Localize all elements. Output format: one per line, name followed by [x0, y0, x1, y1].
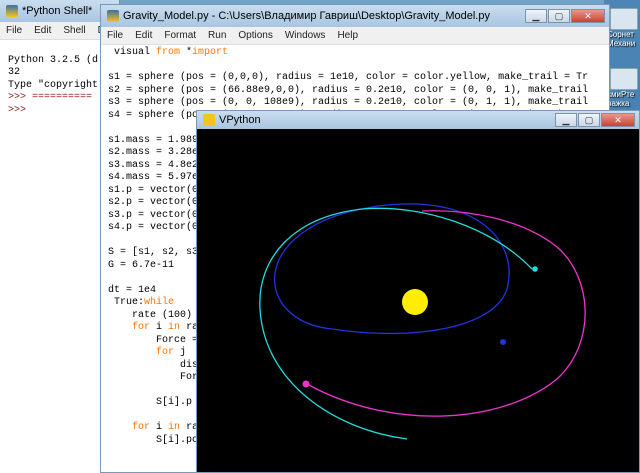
- code-token: import: [192, 47, 229, 58]
- desktop-shortcut-1-label: Сорнет: [607, 30, 634, 39]
- editor-menubar: File Edit Format Run Options Windows Hel…: [101, 27, 609, 45]
- shell-line: >>> ==========: [8, 92, 93, 103]
- editor-menu-options[interactable]: Options: [232, 30, 278, 41]
- desktop-shortcut-1[interactable]: Сорнет Механи: [607, 8, 640, 48]
- document-icon: [609, 68, 638, 90]
- code-token: while: [144, 297, 175, 308]
- shell-menu-shell[interactable]: Shell: [57, 25, 91, 36]
- code-token: s2 = sphere (pos = (66.88e9,0,0), radius…: [108, 84, 589, 96]
- code-token: for: [132, 422, 151, 433]
- code-token: S[i].po: [108, 434, 199, 446]
- code-token: s1.p = vector(0: [108, 184, 199, 196]
- code-token: s4.p = vector(0: [108, 222, 199, 233]
- code-token: i: [150, 322, 169, 333]
- code-token: For: [108, 372, 199, 383]
- document-icon: [609, 8, 638, 30]
- code-token: *: [180, 47, 193, 58]
- code-token: s1 = sphere (pos = (0,0,0), radius = 1e1…: [108, 72, 589, 83]
- code-token: in: [168, 322, 181, 333]
- vpython-titlebar[interactable]: VPython ▁ ▢ ✕: [197, 111, 639, 129]
- editor-menu-format[interactable]: Format: [158, 30, 202, 41]
- code-line: s1 = sphere (pos = (0,0,0), radius = 1e1…: [108, 72, 602, 85]
- python-icon: [107, 10, 119, 22]
- editor-menu-windows[interactable]: Windows: [279, 30, 332, 41]
- code-token: Force =: [108, 334, 199, 346]
- shell-menu-file[interactable]: File: [0, 25, 28, 36]
- code-token: s3 = sphere (pos = (0, 0, 108e9), radius…: [108, 97, 589, 108]
- code-token: S = [s1, s2, s3: [108, 247, 199, 258]
- minimize-button[interactable]: ▁: [555, 113, 577, 127]
- python-icon: [6, 5, 18, 17]
- code-line: s2 = sphere (pos = (66.88e9,0,0), radius…: [108, 85, 602, 98]
- planet-blue: [500, 339, 506, 345]
- code-token: for: [132, 322, 151, 333]
- shell-line: Type "copyright: [8, 79, 99, 91]
- code-token: rate (100): [108, 309, 193, 321]
- shell-menu-edit[interactable]: Edit: [28, 25, 57, 36]
- planet-magenta: [302, 380, 310, 388]
- close-button[interactable]: ✕: [601, 113, 635, 127]
- desktop-shortcut-2[interactable]: смиРте ражка: [607, 68, 640, 108]
- code-token: j: [174, 347, 187, 358]
- close-button[interactable]: ✕: [571, 9, 605, 23]
- vpython-window: VPython ▁ ▢ ✕: [196, 110, 640, 473]
- desktop-shortcut-2-label-2: ражка: [607, 99, 630, 108]
- orbit-trail-cyan: [259, 207, 533, 440]
- code-line: visual from *import: [108, 47, 602, 60]
- code-token: s3.p = vector(0: [108, 209, 199, 221]
- orbit-trail-magenta: [306, 210, 586, 417]
- shell-line: 32: [8, 67, 21, 78]
- desktop-shortcut-1-label-2: Механи: [607, 39, 636, 48]
- shell-line: Python 3.2.5 (d: [8, 54, 99, 66]
- editor-menu-help[interactable]: Help: [331, 30, 364, 41]
- code-token: G = 6.7e-11: [108, 259, 175, 271]
- editor-menu-edit[interactable]: Edit: [129, 30, 158, 41]
- maximize-button[interactable]: ▢: [578, 113, 600, 127]
- code-token: dis: [108, 359, 199, 371]
- vpython-title: VPython: [219, 114, 261, 126]
- editor-titlebar[interactable]: Gravity_Model.py - C:\Users\Владимир Гав…: [101, 5, 609, 27]
- planet-cyan: [532, 266, 538, 272]
- code-token: s2.p = vector(0: [108, 197, 199, 208]
- 3d-scene-canvas[interactable]: [202, 129, 639, 473]
- shell-prompt: >>>: [8, 104, 27, 116]
- code-token: S[i].p: [108, 397, 199, 408]
- editor-title: Gravity_Model.py - C:\Users\Владимир Гав…: [123, 10, 490, 22]
- code-token: for: [156, 347, 175, 358]
- code-token: dt = 1e4: [108, 284, 157, 296]
- code-token: i: [150, 422, 169, 433]
- code-token: s3.mass = 4.8e2: [108, 159, 199, 171]
- code-token: s2.mass = 3.28e: [108, 147, 199, 158]
- desktop-shortcut-2-label: смиРте: [607, 90, 635, 99]
- code-token: s4.mass = 5.97e: [108, 172, 199, 183]
- editor-menu-file[interactable]: File: [101, 30, 129, 41]
- code-token: visual: [108, 47, 157, 58]
- minimize-button[interactable]: ▁: [525, 9, 547, 23]
- code-token: in: [168, 422, 181, 433]
- sun-sphere: [402, 289, 428, 315]
- shell-title: *Python Shell*: [22, 5, 93, 17]
- code-token: s1.mass = 1.989: [108, 134, 199, 146]
- code-line: s3 = sphere (pos = (0, 0, 108e9), radius…: [108, 97, 602, 110]
- editor-menu-run[interactable]: Run: [202, 30, 232, 41]
- maximize-button[interactable]: ▢: [548, 9, 570, 23]
- vpython-icon: [203, 114, 215, 126]
- code-token: from: [156, 47, 181, 58]
- code-token: True:: [108, 297, 145, 308]
